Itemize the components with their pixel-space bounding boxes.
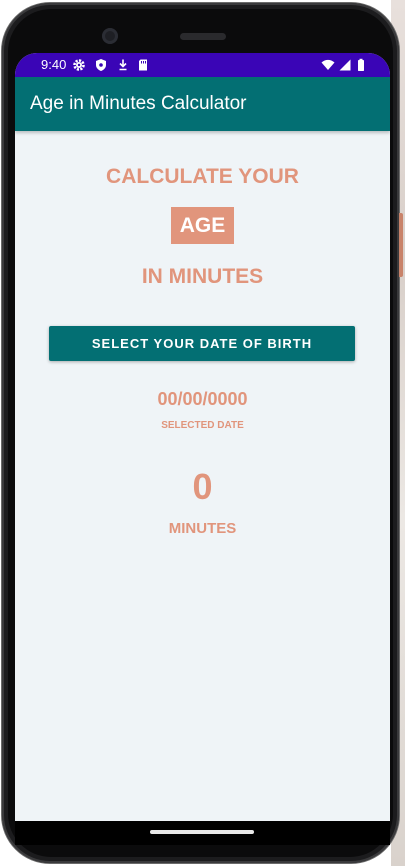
main-content: CALCULATE YOUR AGE IN MINUTES SELECT YOU…	[15, 131, 390, 821]
status-time: 9:40	[41, 57, 67, 72]
front-camera	[102, 28, 118, 44]
shield-icon	[96, 59, 106, 71]
download-icon	[119, 59, 127, 71]
selected-date-label: SELECTED DATE	[161, 420, 244, 431]
gear-icon	[73, 59, 85, 71]
status-bar: 9:40	[15, 53, 390, 77]
earpiece-speaker	[180, 33, 226, 40]
age-in-minutes-value: 0	[192, 466, 213, 507]
device-screen: 9:40 Age in Minutes Calculator CALCULATE…	[15, 53, 390, 845]
side-button[interactable]	[399, 213, 403, 277]
home-gesture-handle[interactable]	[150, 830, 254, 834]
sd-card-icon	[139, 59, 147, 71]
wifi-icon	[321, 59, 335, 70]
app-title: Age in Minutes Calculator	[30, 93, 247, 114]
battery-icon	[358, 58, 364, 71]
heading-in-minutes: IN MINUTES	[141, 265, 264, 288]
minutes-label: MINUTES	[168, 520, 237, 537]
age-badge: AGE	[171, 207, 234, 244]
phone-frame: 9:40 Age in Minutes Calculator CALCULATE…	[2, 3, 403, 863]
app-bar: Age in Minutes Calculator	[15, 77, 390, 131]
signal-icon	[339, 59, 351, 71]
selected-date-value: 00/00/0000	[157, 389, 248, 409]
navigation-bar	[15, 821, 390, 845]
select-date-of-birth-button[interactable]: SELECT YOUR DATE OF BIRTH	[49, 326, 355, 361]
heading-calculate-your: CALCULATE YOUR	[106, 165, 299, 188]
screenshot: 9:40 Age in Minutes Calculator CALCULATE…	[0, 0, 405, 866]
